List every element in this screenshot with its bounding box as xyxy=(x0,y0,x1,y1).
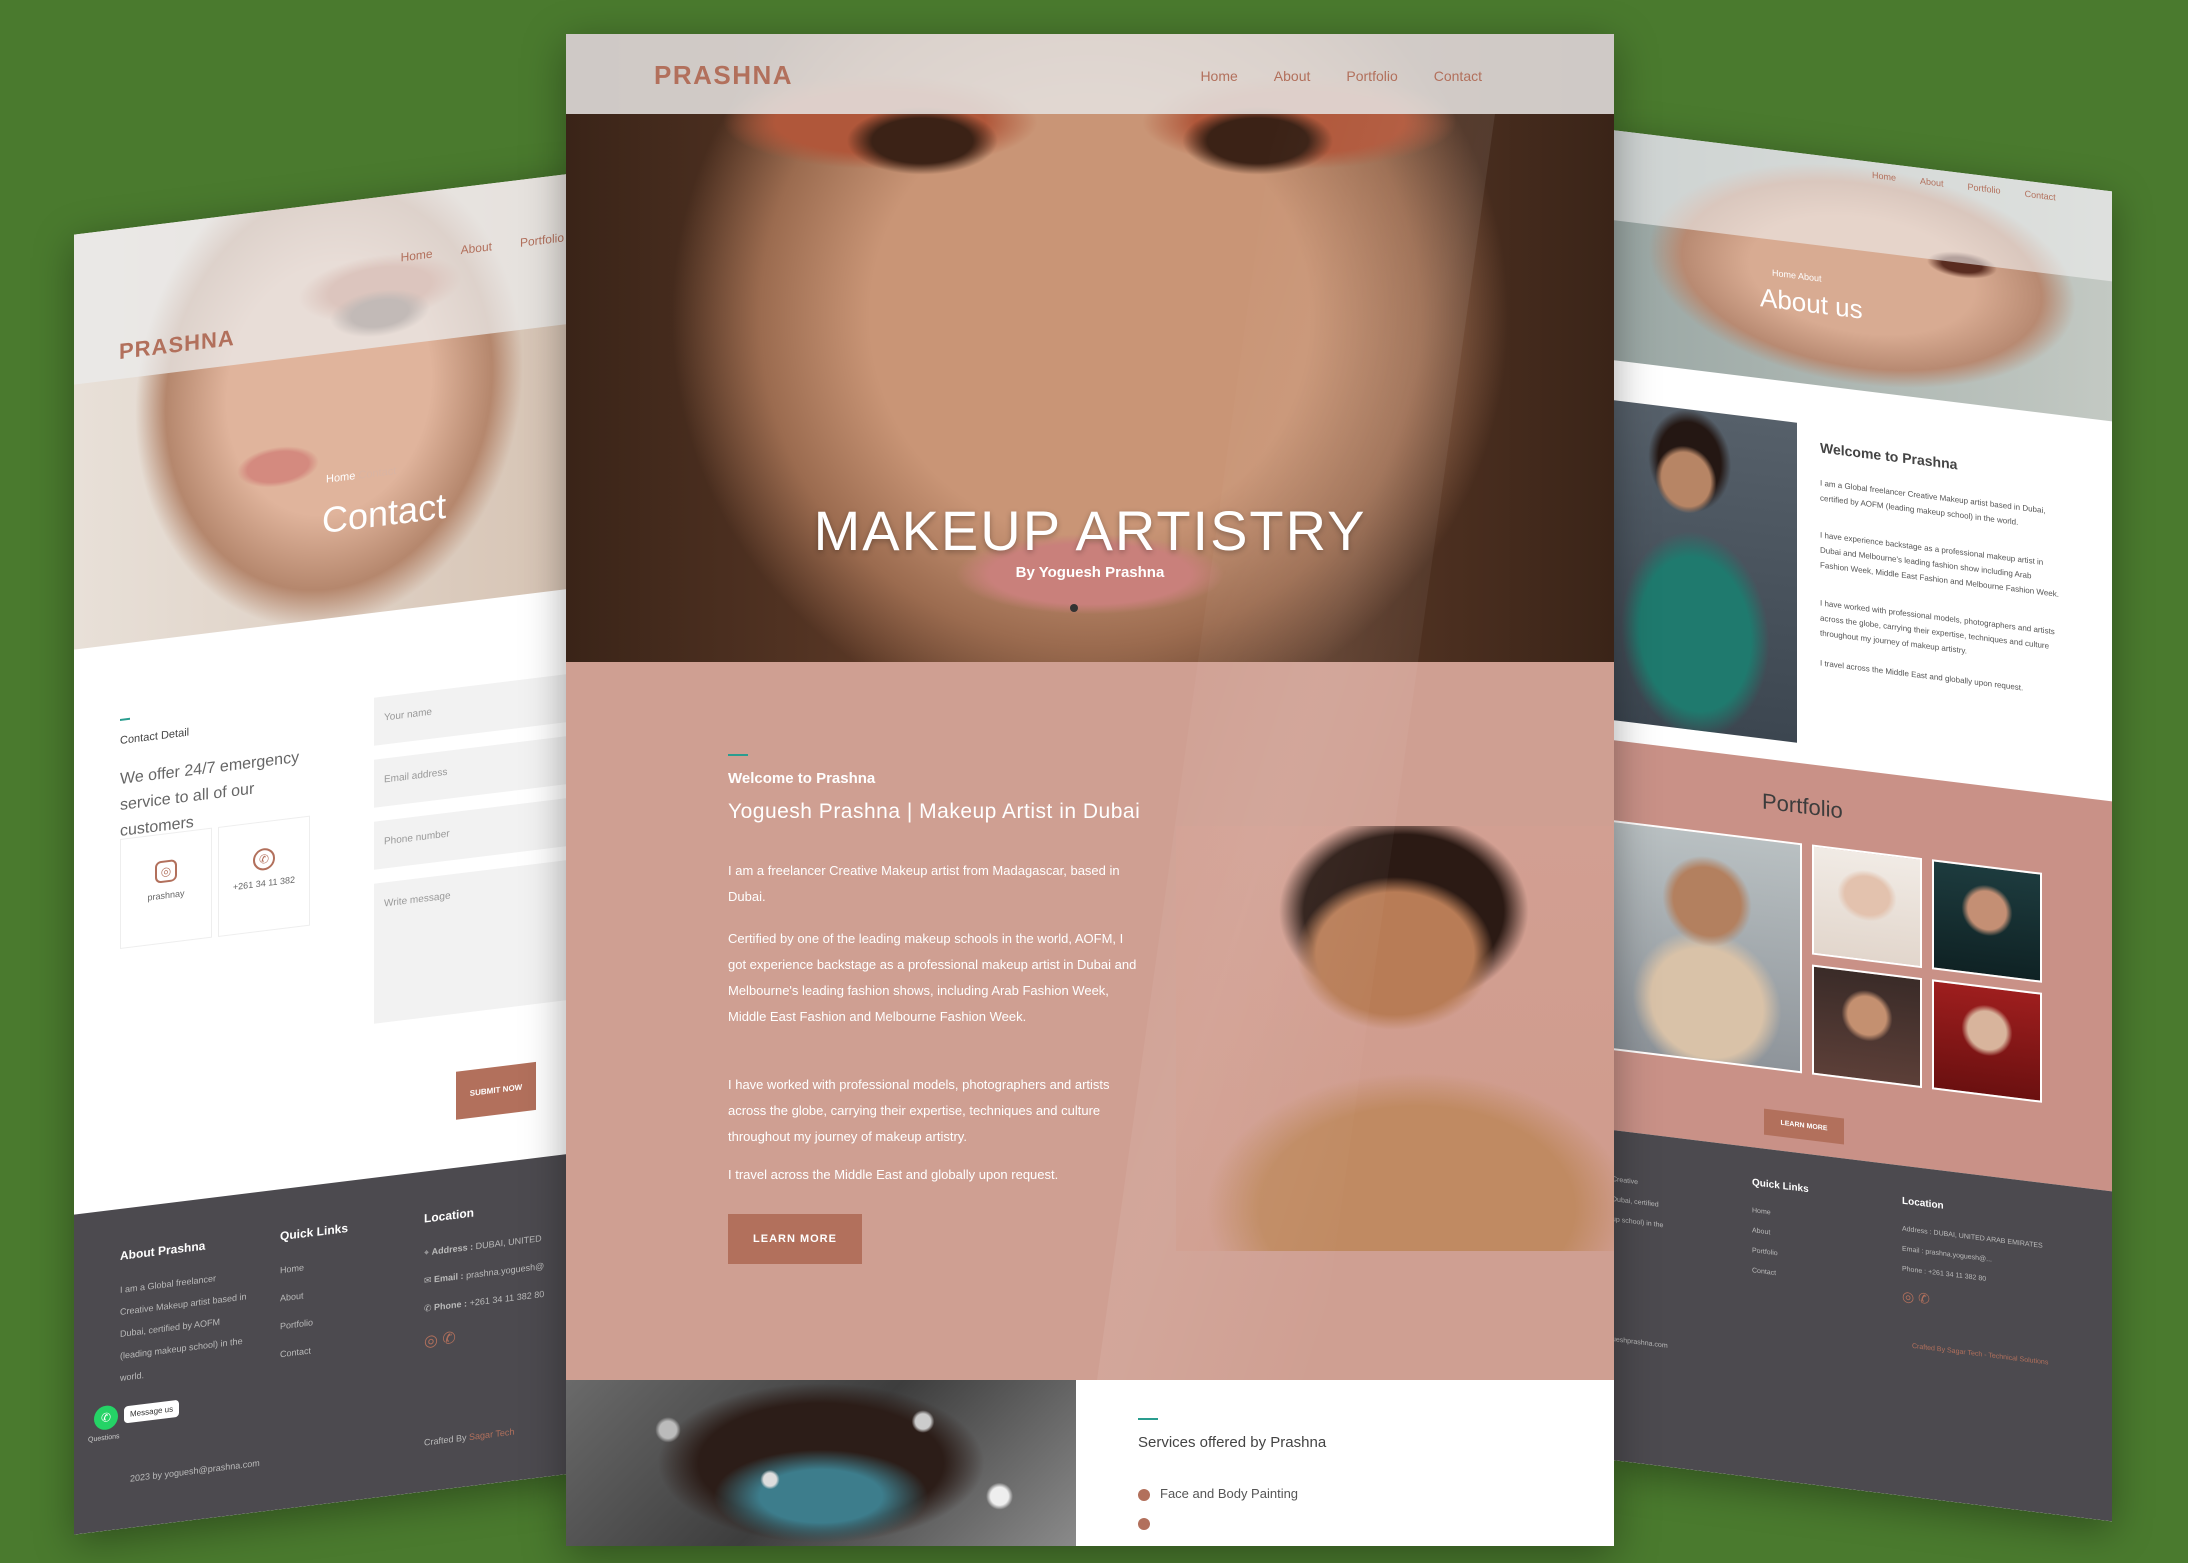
services-image xyxy=(566,1380,1076,1546)
footer-link-portfolio[interactable]: Portfolio xyxy=(280,1311,313,1337)
about-page-preview: Home About Portfolio Contact Home About … xyxy=(1612,130,2112,1522)
about-paragraph: I am a Global freelancer Creative Makeup… xyxy=(1820,478,2046,527)
footer-crafted: Crafted By Sagar Tech xyxy=(424,1426,515,1448)
portfolio-image[interactable] xyxy=(1612,820,1802,1074)
whatsapp-icon[interactable]: ✆ xyxy=(442,1330,455,1349)
portfolio-learn-more-button[interactable]: LEARN MORE xyxy=(1764,1108,1844,1145)
whatsapp-number: +261 34 11 382 xyxy=(232,874,296,893)
instagram-icon: ◎ xyxy=(155,858,177,884)
footer-copyright: ueshprashna.com xyxy=(1612,1336,1668,1350)
portfolio-image[interactable] xyxy=(1932,859,2042,983)
learn-more-button[interactable]: LEARN MORE xyxy=(728,1214,862,1264)
email-input[interactable]: Email address xyxy=(374,734,584,808)
service-item: Face and Body Painting xyxy=(1138,1486,1298,1501)
brand-logo[interactable]: PRASHNA xyxy=(654,60,793,91)
check-circle-icon xyxy=(1138,1518,1150,1530)
mail-icon: ✉ xyxy=(424,1274,435,1286)
footer-link-contact[interactable]: Contact xyxy=(1752,1261,1776,1284)
portfolio-image[interactable] xyxy=(1812,964,1922,1089)
instagram-handle: prashnay xyxy=(147,888,185,903)
phone-icon: ✆ xyxy=(424,1302,435,1314)
welcome-heading: Welcome to Prashna xyxy=(728,770,876,787)
carousel-indicator[interactable] xyxy=(1070,604,1078,612)
footer-copyright: 2023 by yoguesh@prashna.com xyxy=(130,1457,260,1484)
footer-link-about[interactable]: About xyxy=(1752,1221,1770,1243)
footer-about-title: About Prashna xyxy=(120,1238,206,1263)
about-paragraph: I am a freelancer Creative Makeup artist… xyxy=(728,863,1120,904)
about-paragraph: I have experience backstage as a profess… xyxy=(1820,530,2059,599)
footer-link-home[interactable]: Home xyxy=(1752,1201,1771,1223)
contact-footer: About Prashna I am a Global freelancer C… xyxy=(74,1152,584,1535)
footer-link-home[interactable]: Home xyxy=(280,1256,304,1281)
footer-crafted: Crafted By Sagar Tech - Technical Soluti… xyxy=(1912,1342,2049,1367)
instagram-card[interactable]: ◎ prashnay xyxy=(120,827,212,949)
whatsapp-icon[interactable]: ✆ xyxy=(1918,1290,1930,1307)
message-textarea[interactable]: Write message xyxy=(374,858,584,1024)
accent-line xyxy=(1138,1418,1158,1420)
footer-links-title: Quick Links xyxy=(1752,1177,1809,1196)
hero-byline: By Yoguesh Prashna xyxy=(1015,564,1165,581)
nav-portfolio[interactable]: Portfolio xyxy=(1346,68,1397,84)
accent-line xyxy=(120,717,130,721)
instagram-icon[interactable]: ◎ xyxy=(424,1332,438,1351)
about-portrait-image xyxy=(1176,826,1614,1251)
footer-links-title: Quick Links xyxy=(280,1220,349,1244)
footer-link-about[interactable]: About xyxy=(280,1284,304,1309)
about-subheading: Yoguesh Prashna | Makeup Artist in Dubai xyxy=(728,800,1141,823)
about-welcome-heading: Welcome to Prashna xyxy=(1820,439,1958,473)
nav-contact[interactable]: Contact xyxy=(1434,68,1482,84)
footer-link-contact[interactable]: Contact xyxy=(280,1340,311,1366)
footer-social-icons: ◎ ✆ xyxy=(1902,1286,1930,1309)
hero-headline: MAKEUP ARTISTRY xyxy=(813,499,1367,562)
services-section: Services offered by Prashna Face and Bod… xyxy=(1076,1380,1614,1546)
map-pin-icon: ⌖ xyxy=(424,1246,432,1258)
services-title: Services offered by Prashna xyxy=(1138,1434,1327,1451)
nav-about[interactable]: About xyxy=(1274,68,1311,84)
accent-line xyxy=(728,754,748,756)
about-paragraph: I have worked with professional models, … xyxy=(1820,598,2055,656)
footer-social-icons: ◎ ✆ xyxy=(424,1328,456,1354)
about-footer: Creative Dubai, certified up school) in … xyxy=(1612,1130,2112,1522)
check-circle-icon xyxy=(1138,1488,1150,1501)
about-paragraph: I travel across the Middle East and glob… xyxy=(728,1167,1059,1182)
footer-location-title: Location xyxy=(424,1205,474,1226)
home-page-preview: PRASHNA Home About Portfolio Contact MAK… xyxy=(566,34,1614,1546)
contact-page-preview: PRASHNA Home About Portfolio Home Contac… xyxy=(74,172,584,1535)
portfolio-image[interactable] xyxy=(1812,844,1922,969)
main-nav-menu: Home About Portfolio Contact xyxy=(1200,68,1482,84)
instagram-icon[interactable]: ◎ xyxy=(1902,1288,1914,1306)
about-section: Welcome to Prashna Yoguesh Prashna | Mak… xyxy=(566,662,1614,1380)
about-portrait-image xyxy=(1612,400,1797,743)
nav-home[interactable]: Home xyxy=(1200,68,1237,84)
portfolio-image[interactable] xyxy=(1932,979,2042,1103)
portfolio-title: Portfolio xyxy=(1762,788,1843,824)
footer-location-title: Location xyxy=(1902,1195,1944,1212)
name-input[interactable]: Your name xyxy=(374,672,584,746)
submit-button[interactable]: SUBMIT NOW xyxy=(456,1061,536,1120)
about-paragraph: I have worked with professional models, … xyxy=(728,1077,1110,1144)
portfolio-section: Portfolio LEARN MORE xyxy=(1612,740,2112,1192)
phone-input[interactable]: Phone number xyxy=(374,796,584,870)
whatsapp-card[interactable]: ✆ +261 34 11 382 xyxy=(218,815,310,937)
service-item-label: Face and Body Painting xyxy=(1160,1486,1299,1501)
about-paragraph: Certified by one of the leading makeup s… xyxy=(728,931,1137,1024)
footer-about-text: I am a Global freelancer Creative Makeup… xyxy=(120,1273,247,1383)
whatsapp-icon: ✆ xyxy=(253,846,275,872)
contact-detail-label: Contact Detail xyxy=(120,726,190,747)
